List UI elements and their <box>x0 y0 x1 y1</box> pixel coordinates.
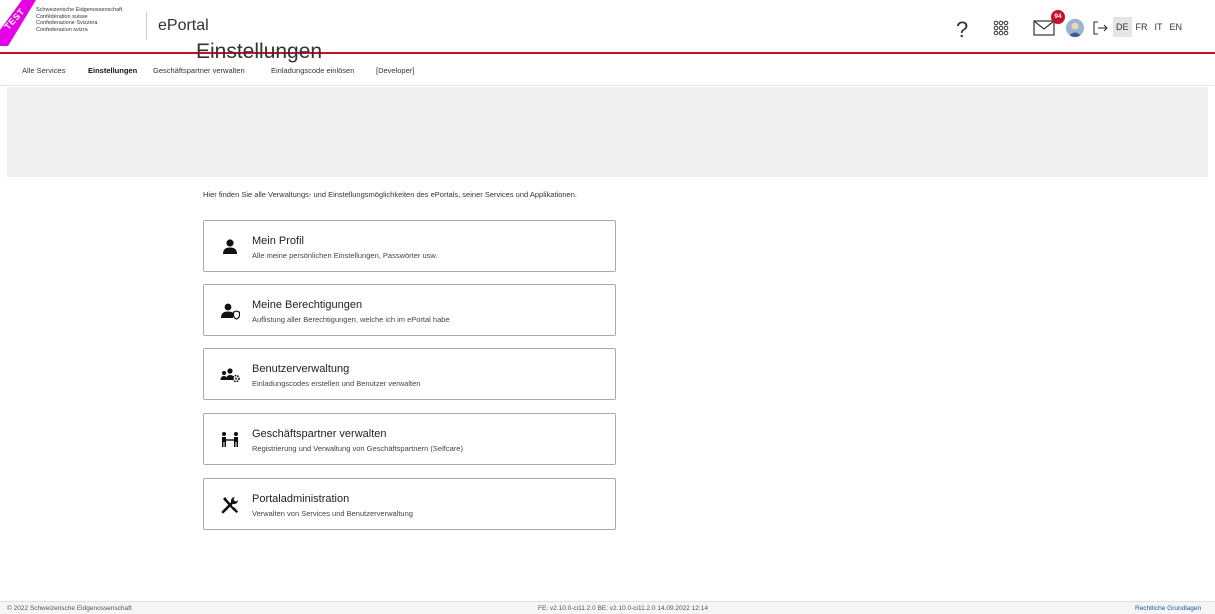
lang-de[interactable]: DE <box>1113 17 1132 37</box>
mail-icon[interactable] <box>1033 20 1055 36</box>
card-title: Mein Profil <box>252 235 304 247</box>
app-title[interactable]: ePortal <box>158 17 209 35</box>
card-title: Benutzerverwaltung <box>252 363 350 375</box>
users-gear-icon <box>220 368 240 383</box>
logo-line-fr: Confédération suisse <box>36 13 88 20</box>
logo-line-it: Confederazione Svizzera <box>36 20 98 27</box>
header-divider <box>146 12 147 40</box>
card-title: Geschäftspartner verwalten <box>252 428 387 440</box>
language-switcher: DE FR IT EN <box>1113 17 1186 37</box>
apps-grid-icon[interactable] <box>993 20 1009 36</box>
card-desc: Auflistung aller Berechtigungen, welche … <box>252 315 450 324</box>
logo-line-rm: Confederaziun svizra <box>36 26 88 33</box>
mail-badge: 94 <box>1051 10 1065 24</box>
card-desc: Einladungscodes erstellen und Benutzer v… <box>252 379 421 388</box>
card-desc: Registrierung und Verwaltung von Geschäf… <box>252 444 463 453</box>
card-desc: Alle meine persönlichen Einstellungen, P… <box>252 251 438 260</box>
page-title: Einstellungen <box>196 40 323 63</box>
card-title: Portaladministration <box>252 493 350 505</box>
card-desc: Verwalten von Services und Benutzerverwa… <box>252 509 413 518</box>
lang-it[interactable]: IT <box>1152 17 1166 37</box>
footer-copyright: © 2022 Schweizerische Eidgenossenschaft <box>7 605 132 612</box>
nav-item-einladungscode[interactable]: Einladungscode einlösen <box>271 66 354 75</box>
tools-icon <box>221 497 238 514</box>
nav-item-einstellungen[interactable]: Einstellungen <box>88 66 137 75</box>
user-shield-icon <box>221 303 240 320</box>
avatar-image <box>1066 19 1084 37</box>
logo-line-de: Schweizerische Eidgenossenschaft <box>36 7 123 13</box>
card-meine-berechtigungen[interactable]: Meine Berechtigungen Auflistung aller Be… <box>203 284 616 336</box>
card-portaladministration[interactable]: Portaladministration Verwalten von Servi… <box>203 478 616 530</box>
lang-en[interactable]: EN <box>1167 17 1186 37</box>
card-mein-profil[interactable]: Mein Profil Alle meine persönlichen Eins… <box>203 220 616 272</box>
nav-item-developer[interactable]: [Developer] <box>376 66 414 75</box>
test-ribbon: TEST <box>0 0 36 46</box>
logout-icon[interactable] <box>1092 20 1108 36</box>
nav-item-alle-services[interactable]: Alle Services <box>22 66 65 75</box>
card-geschaeftspartner[interactable]: Geschäftspartner verwalten Registrierung… <box>203 413 616 465</box>
federal-logo[interactable]: Schweizerische Eidgenossenschaft Confédé… <box>36 7 122 33</box>
intro-text: Hier finden Sie alle Verwaltungs- und Ei… <box>203 190 577 199</box>
lang-fr[interactable]: FR <box>1133 17 1151 37</box>
main-nav: Alle Services Einstellungen Geschäftspar… <box>0 56 1215 86</box>
page-hero <box>7 87 1208 177</box>
header-bar: TEST Schweizerische Eidgenossenschaft Co… <box>0 0 1215 54</box>
card-title: Meine Berechtigungen <box>252 299 363 311</box>
footer: © 2022 Schweizerische Eidgenossenschaft … <box>0 601 1215 614</box>
partners-icon <box>222 432 238 447</box>
nav-item-geschaeftspartner[interactable]: Geschäftspartner verwalten <box>153 66 245 75</box>
card-benutzerverwaltung[interactable]: Benutzerverwaltung Einladungscodes erste… <box>203 348 616 400</box>
help-icon[interactable]: ? <box>956 17 968 43</box>
footer-version: FE: v2.10.0-ci11.2.0 BE: v2.10.0-ci11.2.… <box>538 605 708 612</box>
legal-link[interactable]: Rechtliche Grundlagen <box>1135 605 1201 612</box>
avatar[interactable] <box>1066 19 1084 37</box>
user-icon <box>223 239 237 254</box>
